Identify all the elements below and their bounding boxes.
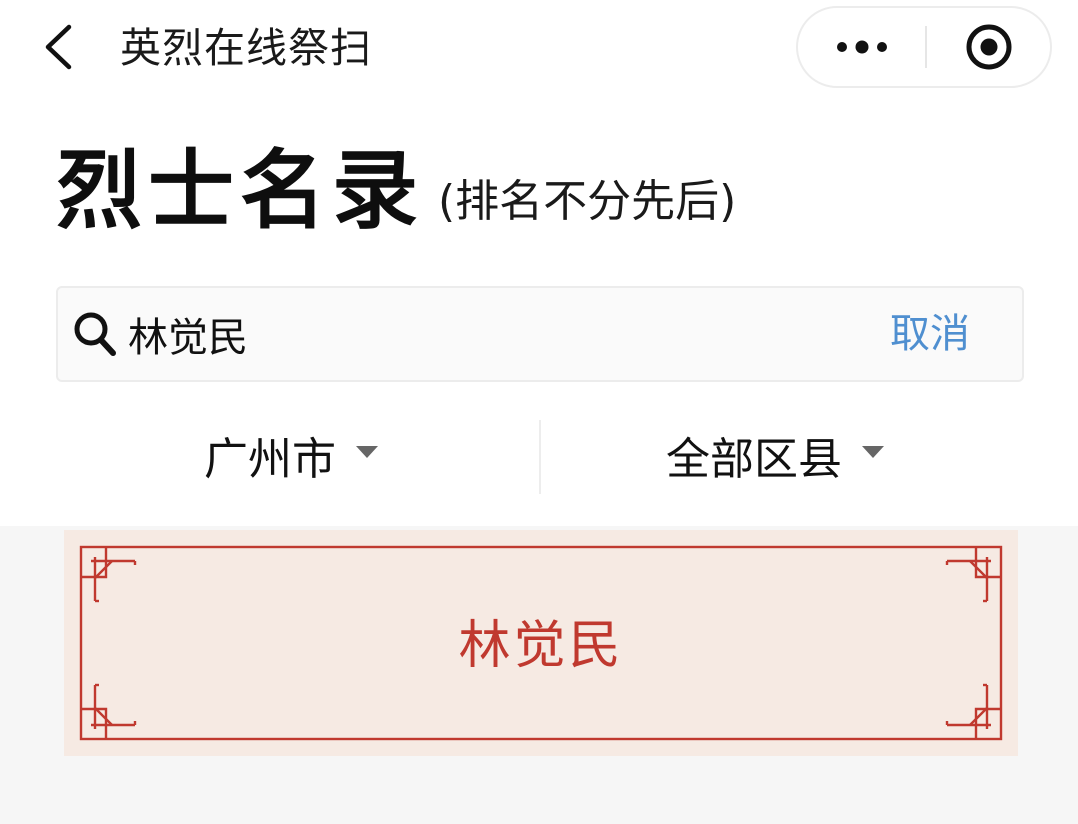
filter-divider — [539, 420, 541, 494]
back-button[interactable] — [30, 18, 86, 76]
results-list: 林觉民 — [0, 526, 1078, 824]
close-miniprogram-button[interactable] — [928, 8, 1050, 86]
city-filter-dropdown[interactable]: 广州市 — [204, 430, 378, 490]
martyr-card[interactable]: 林觉民 — [64, 530, 1018, 756]
martyr-name: 林觉民 — [458, 616, 624, 676]
nav-bar: 英烈在线祭扫 — [0, 0, 1078, 100]
mini-program-capsule — [796, 6, 1052, 88]
caret-down-icon — [862, 446, 884, 458]
district-filter-label: 全部区县 — [666, 434, 842, 485]
page-title: 烈士名录 — [56, 141, 424, 241]
search-input[interactable] — [128, 304, 828, 364]
page-subtitle: (排名不分先后) — [438, 176, 737, 227]
filter-row: 广州市 全部区县 — [0, 412, 1078, 508]
more-dots-icon — [837, 40, 887, 54]
caret-down-icon — [356, 446, 378, 458]
more-button[interactable] — [798, 8, 926, 86]
city-filter-label: 广州市 — [204, 434, 336, 485]
chevron-left-icon — [45, 24, 72, 70]
cancel-button[interactable]: 取消 — [890, 306, 970, 362]
target-circle-icon — [966, 24, 1012, 70]
district-filter-dropdown[interactable]: 全部区县 — [666, 430, 884, 490]
capsule-divider — [925, 26, 927, 68]
search-icon — [74, 312, 116, 356]
search-box: 取消 — [56, 286, 1024, 382]
nav-title: 英烈在线祭扫 — [120, 24, 372, 72]
